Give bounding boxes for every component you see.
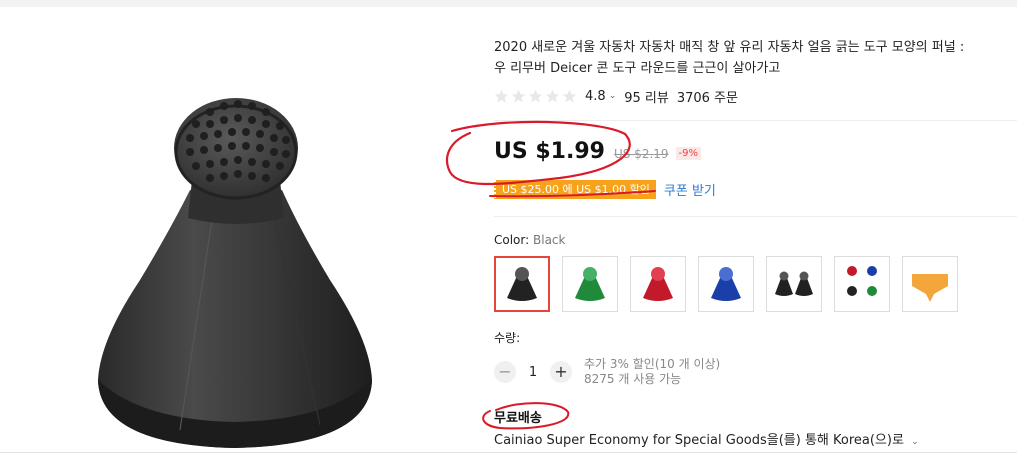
- ice-scraper-image: [98, 98, 372, 448]
- rating-stars[interactable]: [494, 89, 577, 104]
- swatch-black-pair[interactable]: [766, 256, 822, 312]
- black-pair-thumb: [775, 271, 813, 296]
- shipping-description[interactable]: Cainiao Super Economy for Special Goods을…: [494, 429, 919, 448]
- color-swatches: [494, 256, 958, 312]
- chevron-down-icon[interactable]: ⌄: [609, 91, 617, 101]
- original-price: US $2.19: [613, 147, 669, 161]
- color-label-text: Color:: [494, 233, 530, 247]
- star-icon: [528, 89, 543, 102]
- get-coupon-link[interactable]: 쿠폰 받기: [664, 180, 716, 199]
- current-price: US $1.99: [494, 139, 605, 164]
- free-shipping-title: 무료배송: [494, 411, 542, 426]
- coupon-badge: US $25.00 에 US $1.00 할인: [494, 180, 656, 199]
- product-main-image[interactable]: [30, 40, 470, 455]
- star-icon: [494, 89, 509, 102]
- quantity-minus-button[interactable]: −: [494, 361, 516, 383]
- quantity-label: 수량:: [494, 331, 521, 345]
- rating-row: 4.8 ⌄ 95 리뷰 3706 주문: [494, 86, 738, 106]
- bulk-discount-note: 추가 3% 할인(10 개 이상): [584, 357, 721, 371]
- divider: [494, 216, 1017, 217]
- discount-badge: -9%: [675, 147, 702, 160]
- swatch-black[interactable]: [494, 256, 550, 312]
- shipping-method-text: Cainiao Super Economy for Special Goods을…: [494, 433, 904, 448]
- orders-count: 3706 주문: [676, 90, 738, 106]
- product-title-line1: 2020 새로운 겨울 자동차 자동차 매직 창 앞 유리 자동차 얼음 긁는 …: [494, 40, 965, 55]
- available-stock: 8275 개 사용 가능: [584, 372, 682, 386]
- bottom-divider: [0, 452, 1017, 453]
- quantity-plus-button[interactable]: +: [550, 361, 572, 383]
- top-strip: [0, 0, 1017, 7]
- swatch-orange-tag[interactable]: [902, 256, 958, 312]
- blue-scraper-thumb: [711, 267, 741, 301]
- quantity-input[interactable]: 1: [516, 365, 550, 380]
- reviews-count[interactable]: 95 리뷰: [624, 87, 669, 106]
- black-scraper-thumb: [507, 267, 537, 301]
- divider: [494, 120, 1017, 121]
- star-icon: [511, 89, 526, 102]
- price-row: US $1.99 US $2.19 -9%: [494, 139, 702, 164]
- swatch-red[interactable]: [630, 256, 686, 312]
- green-scraper-thumb: [575, 267, 605, 301]
- swatch-blue[interactable]: [698, 256, 754, 312]
- chevron-down-icon[interactable]: ⌄: [911, 437, 919, 447]
- rating-value[interactable]: 4.8: [585, 89, 606, 104]
- four-color-thumb: [847, 266, 877, 296]
- coupon-row: US $25.00 에 US $1.00 할인 쿠폰 받기: [494, 180, 716, 199]
- star-icon: [562, 89, 577, 102]
- swatch-four-colors[interactable]: [834, 256, 890, 312]
- color-label: Color: Black: [494, 233, 565, 247]
- red-scraper-thumb: [643, 267, 673, 301]
- star-icon: [545, 89, 560, 102]
- color-selected-value: Black: [533, 233, 566, 247]
- orange-tag-thumb: [912, 274, 948, 302]
- product-title: 2020 새로운 겨울 자동차 자동차 매직 창 앞 유리 자동차 얼음 긁는 …: [494, 37, 1017, 79]
- swatch-green[interactable]: [562, 256, 618, 312]
- product-title-line2: 우 리무버 Deicer 콘 도구 라운드를 근근이 살아가고: [494, 61, 781, 76]
- quantity-stepper: − 1 + 추가 3% 할인(10 개 이상) 8275 개 사용 가능: [494, 357, 720, 387]
- quantity-info: 추가 3% 할인(10 개 이상) 8275 개 사용 가능: [584, 357, 720, 387]
